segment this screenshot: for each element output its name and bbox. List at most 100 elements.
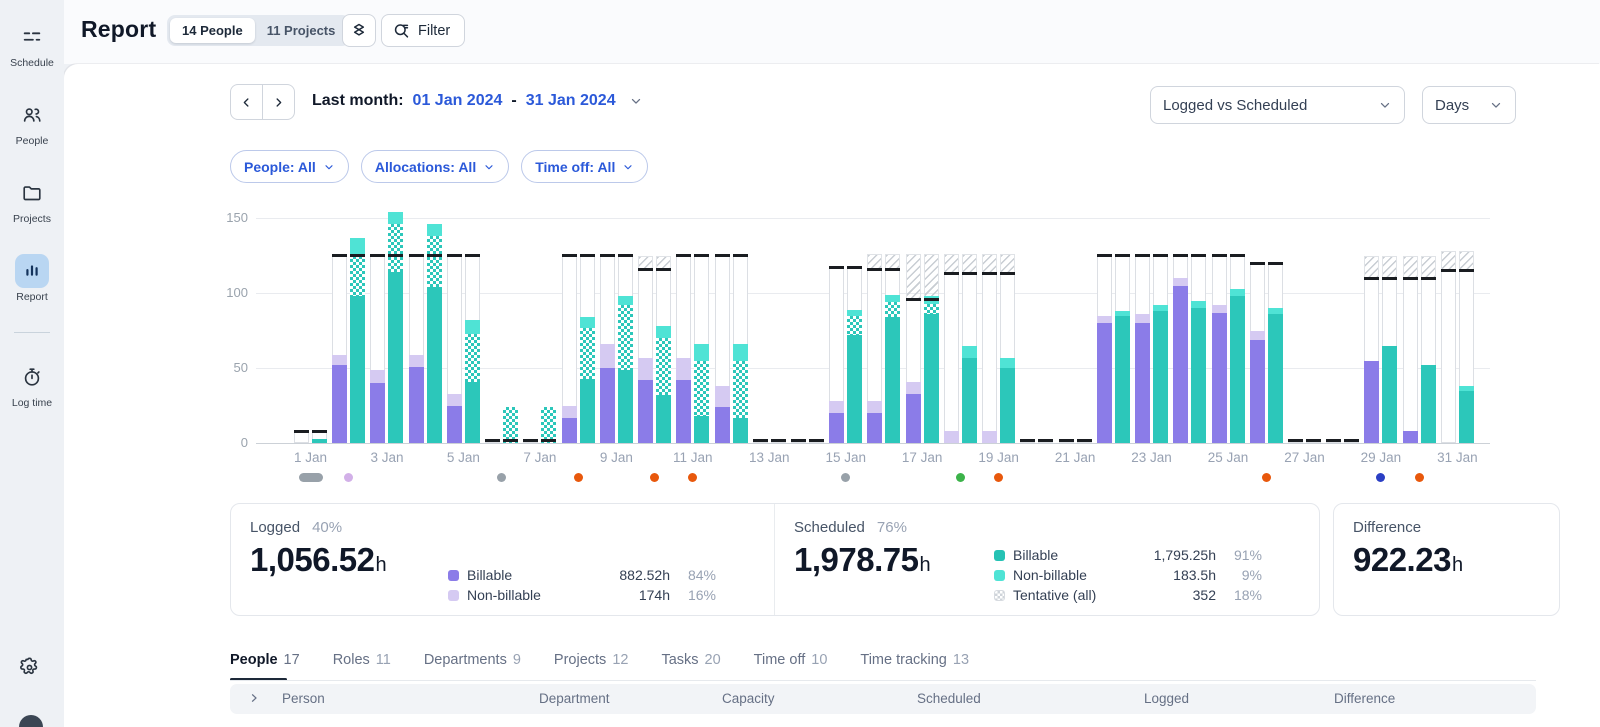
scheduled-non-billable-bar <box>350 238 365 256</box>
blue-milestone-dot <box>1376 473 1385 482</box>
non-billable-swatch <box>994 570 1005 581</box>
sidebar-item-schedule[interactable]: Schedule <box>0 20 64 69</box>
x-axis-label: 1 Jan <box>283 450 339 465</box>
capacity-cap-line <box>1382 277 1397 280</box>
filter-button[interactable]: Filter <box>381 14 465 47</box>
tab-time-tracking[interactable]: Time tracking13 <box>860 652 969 668</box>
filter-time-off[interactable]: Time off: All <box>521 150 648 183</box>
next-period-button[interactable] <box>262 84 295 120</box>
scheduled-non-billable-bar <box>733 344 748 361</box>
legend-value: 183.5h <box>1130 567 1216 583</box>
x-axis-label: 29 Jan <box>1353 450 1409 465</box>
capacity-cap-line <box>944 272 959 275</box>
capacity-cap-line <box>1097 254 1112 257</box>
time-off-hatch <box>1441 251 1456 271</box>
expand-all-chevron-icon[interactable] <box>248 692 260 704</box>
toggle-projects[interactable]: 11 Projects <box>255 18 348 43</box>
logged-label: Logged <box>250 519 300 536</box>
difference-total: 922.23h <box>1353 541 1559 579</box>
filter-pills: People: All Allocations: All Time off: A… <box>230 150 648 183</box>
time-off-hatch <box>944 254 959 274</box>
capacity-cap-line <box>312 430 327 433</box>
user-avatar[interactable] <box>19 715 43 727</box>
scheduled-billable-bar <box>656 395 671 443</box>
capacity-outline <box>982 274 997 444</box>
capacity-cap-line <box>370 254 385 257</box>
view-mode-select[interactable]: Logged vs Scheduled <box>1150 86 1405 124</box>
group-by-button[interactable] <box>342 14 376 47</box>
logged-billable-bar <box>829 413 844 443</box>
scheduled-billable-bar <box>1421 365 1436 443</box>
toggle-people[interactable]: 14 People <box>170 18 255 43</box>
tab-time-off[interactable]: Time off10 <box>754 652 828 668</box>
legend-value: 352 <box>1130 587 1216 603</box>
x-axis-label: 5 Jan <box>435 450 491 465</box>
logged-billable-bar <box>332 365 347 443</box>
tab-departments[interactable]: Departments9 <box>424 652 521 668</box>
scheduled-tentative-bar <box>388 224 403 272</box>
column-person[interactable]: Person <box>282 691 325 706</box>
period-end-date[interactable]: 31 Jan 2024 <box>526 92 616 110</box>
settings-gear-icon[interactable] <box>18 656 41 679</box>
scheduled-non-billable-bar <box>847 310 862 316</box>
logged-non-billable-bar <box>867 401 882 413</box>
scheduled-billable-bar <box>1268 314 1283 443</box>
y-axis-tick: 50 <box>222 360 248 375</box>
capacity-cap-line <box>541 439 556 442</box>
chevron-down-icon[interactable] <box>629 94 643 108</box>
tab-people[interactable]: People17 <box>230 652 300 668</box>
scheduled-percent: 76% <box>877 519 907 536</box>
capacity-cap-line <box>1115 254 1130 257</box>
legend-percent: 84% <box>670 567 716 583</box>
capacity-cap-line <box>1191 254 1206 257</box>
capacity-cap-line <box>294 430 309 433</box>
capacity-cap-line <box>1059 439 1074 442</box>
unit-select[interactable]: Days <box>1422 86 1516 124</box>
gray-milestone-dot <box>497 473 506 482</box>
orange-milestone-dot <box>688 473 697 482</box>
scheduled-tentative-bar <box>618 305 633 370</box>
x-axis-label: 11 Jan <box>665 450 721 465</box>
gridline <box>256 443 1490 444</box>
scheduled-billable-bar <box>388 272 403 443</box>
period-display: Last month: 01 Jan 2024 - 31 Jan 2024 <box>312 92 643 110</box>
x-axis-label: 15 Jan <box>818 450 874 465</box>
logged-non-billable-bar <box>1173 278 1188 286</box>
period-start-date[interactable]: 01 Jan 2024 <box>413 92 503 110</box>
sidebar-item-people[interactable]: People <box>0 98 64 147</box>
sidebar-item-log-time[interactable]: Log time <box>0 360 64 409</box>
logged-billable-bar <box>1250 340 1265 444</box>
column-department[interactable]: Department <box>539 691 610 706</box>
filter-search-icon <box>392 21 411 40</box>
column-logged[interactable]: Logged <box>1144 691 1189 706</box>
filter-people[interactable]: People: All <box>230 150 349 183</box>
scheduled-non-billable-bar <box>1115 311 1130 316</box>
legend-row: Billable 882.52h 84% <box>448 565 716 585</box>
column-scheduled[interactable]: Scheduled <box>917 691 981 706</box>
column-difference[interactable]: Difference <box>1334 691 1395 706</box>
scheduled-tentative-bar <box>694 361 709 417</box>
capacity-cap-line <box>618 254 633 257</box>
capacity-cap-line <box>562 254 577 257</box>
scheduled-non-billable-bar <box>656 326 671 338</box>
chevron-down-icon <box>1489 98 1503 112</box>
period-label: Last month: <box>312 92 404 110</box>
scheduled-billable-bar <box>694 416 709 443</box>
folder-icon <box>15 176 49 210</box>
scheduled-non-billable-bar <box>465 320 480 334</box>
tab-projects[interactable]: Projects12 <box>554 652 629 668</box>
filter-allocations[interactable]: Allocations: All <box>361 150 509 183</box>
tab-roles[interactable]: Roles11 <box>333 652 391 668</box>
x-axis-label: 19 Jan <box>971 450 1027 465</box>
capacity-cap-line <box>809 439 824 442</box>
prev-period-button[interactable] <box>230 84 263 120</box>
logged-billable-bar <box>370 383 385 443</box>
sidebar-item-projects[interactable]: Projects <box>0 176 64 225</box>
column-capacity[interactable]: Capacity <box>722 691 775 706</box>
scheduled-tentative-bar <box>427 236 442 287</box>
capacity-cap-line <box>962 272 977 275</box>
scheduled-non-billable-bar <box>618 296 633 305</box>
capacity-cap-line <box>447 254 462 257</box>
sidebar-item-report[interactable]: Report <box>0 254 64 303</box>
tab-tasks[interactable]: Tasks20 <box>661 652 720 668</box>
